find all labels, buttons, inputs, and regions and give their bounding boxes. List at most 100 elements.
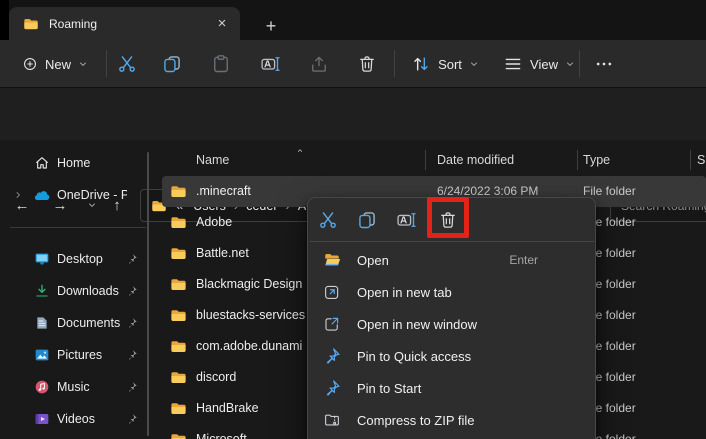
chevron-down-icon — [78, 59, 88, 69]
menu-item-pin-to-start[interactable]: Pin to Start — [313, 372, 590, 404]
menu-item-label: Open — [357, 253, 389, 268]
toolbar-divider — [579, 50, 580, 77]
sidebar-scrollbar[interactable] — [147, 152, 149, 436]
file-name: Blackmagic Design — [196, 269, 302, 300]
file-name: com.adobe.dunami — [196, 331, 302, 362]
command-bar: New Sort View — [0, 40, 706, 88]
onedrive-icon — [34, 187, 50, 203]
paste-button[interactable] — [203, 48, 239, 80]
menu-item-label: Pin to Quick access — [357, 349, 471, 364]
menu-separator — [309, 241, 594, 242]
view-lines-icon — [503, 54, 523, 74]
pin-icon — [126, 285, 138, 297]
new-tab-button[interactable]: + — [258, 13, 284, 39]
column-header-type[interactable]: Type — [583, 153, 610, 167]
file-name: .minecraft — [196, 176, 251, 207]
folder-icon — [170, 183, 187, 200]
file-name: Battle.net — [196, 238, 249, 269]
tab-bar: Roaming × + — [0, 0, 706, 40]
sidebar-item-desktop[interactable]: Desktop — [4, 243, 145, 275]
menu-item-label: Compress to ZIP file — [357, 413, 475, 428]
menu-item-compress-to-zip-file[interactable]: Compress to ZIP file — [313, 404, 590, 436]
plus-circle-icon — [22, 56, 38, 72]
pin-outline-icon — [323, 379, 341, 397]
folder-icon — [170, 400, 187, 417]
pin-icon — [126, 317, 138, 329]
share-button[interactable] — [301, 48, 337, 80]
sidebar-item-downloads[interactable]: Downloads — [4, 275, 145, 307]
cut-button[interactable] — [109, 48, 145, 80]
context-copy-button[interactable] — [350, 203, 384, 237]
sidebar-item-videos[interactable]: Videos — [4, 403, 145, 435]
copy-button[interactable] — [154, 48, 190, 80]
expand-chevron-icon[interactable] — [13, 190, 23, 200]
column-divider[interactable] — [425, 150, 426, 170]
sidebar-item-onedrive-perso[interactable]: OneDrive - Perso — [4, 179, 145, 211]
sidebar-item-documents[interactable]: Documents — [4, 307, 145, 339]
folder-icon — [170, 214, 187, 231]
desktop-icon — [34, 251, 50, 267]
pin-icon — [126, 381, 138, 393]
more-dots-icon — [594, 54, 614, 74]
pin-blue-icon — [323, 347, 341, 365]
column-header-size[interactable]: Size — [697, 153, 706, 167]
file-name: HandBrake — [196, 393, 259, 424]
sort-button[interactable]: Sort — [403, 48, 487, 80]
menu-item-label: Pin to Start — [357, 381, 421, 396]
open-new-tab-icon — [323, 283, 341, 301]
see-more-button[interactable] — [587, 48, 621, 80]
trash-icon — [357, 54, 377, 74]
copy-icon — [162, 54, 182, 74]
cut-icon — [318, 210, 338, 230]
pictures-icon — [34, 347, 50, 363]
folder-icon — [170, 307, 187, 324]
file-name: discord — [196, 362, 236, 393]
menu-item-pin-to-quick-access[interactable]: Pin to Quick access — [313, 340, 590, 372]
close-tab-icon[interactable]: × — [210, 12, 234, 36]
pin-icon — [126, 413, 138, 425]
new-button-label: New — [45, 57, 71, 72]
column-divider[interactable] — [577, 150, 578, 170]
zip-icon — [323, 411, 341, 429]
file-explorer-window: Roaming × + New Sort View — [0, 0, 706, 439]
open-new-window-icon — [323, 315, 341, 333]
annotation-highlight-box — [427, 197, 469, 238]
sidebar-item-music[interactable]: Music — [4, 371, 145, 403]
address-row: ← → ↑ « Users›ceder›AppData›Roaming› — [0, 88, 706, 140]
toolbar-divider — [106, 50, 107, 77]
file-name: Adobe — [196, 207, 232, 238]
sidebar-item-label: Music — [57, 371, 127, 403]
folder-icon — [170, 276, 187, 293]
menu-item-open-in-new-tab[interactable]: Open in new tab — [313, 276, 590, 308]
menu-item-open-in-new-window[interactable]: Open in new window — [313, 308, 590, 340]
sort-ascending-icon — [295, 147, 305, 154]
downloads-icon — [34, 283, 50, 299]
column-header-name[interactable]: Name — [196, 153, 229, 167]
delete-button[interactable] — [349, 48, 385, 80]
sidebar-item-pictures[interactable]: Pictures — [4, 339, 145, 371]
column-divider[interactable] — [690, 150, 691, 170]
tab-roaming[interactable]: Roaming × — [9, 7, 240, 40]
pin-icon — [126, 349, 138, 361]
sidebar-item-label: OneDrive - Perso — [57, 179, 127, 211]
sidebar-item-label: Pictures — [57, 339, 127, 371]
chevron-down-icon — [565, 59, 575, 69]
menu-item-open[interactable]: Open Enter — [313, 244, 590, 276]
open-folder-icon — [323, 251, 341, 269]
new-button[interactable]: New — [12, 48, 98, 80]
menu-item-label: Open in new window — [357, 317, 477, 332]
folder-icon — [23, 16, 39, 32]
menu-item-shortcut: Enter — [509, 253, 538, 267]
sort-arrows-icon — [411, 54, 431, 74]
sidebar-item-home[interactable]: Home — [4, 147, 145, 179]
rename-icon — [260, 54, 280, 74]
context-rename-button[interactable] — [389, 203, 423, 237]
folder-icon — [170, 431, 187, 439]
column-header-date-modified[interactable]: Date modified — [437, 153, 514, 167]
sidebar-item-label: Home — [57, 147, 127, 179]
view-button[interactable]: View — [493, 48, 585, 80]
sidebar-divider — [10, 227, 146, 228]
menu-item-label: Open in new tab — [357, 285, 452, 300]
rename-button[interactable] — [252, 48, 288, 80]
context-cut-button[interactable] — [311, 203, 345, 237]
